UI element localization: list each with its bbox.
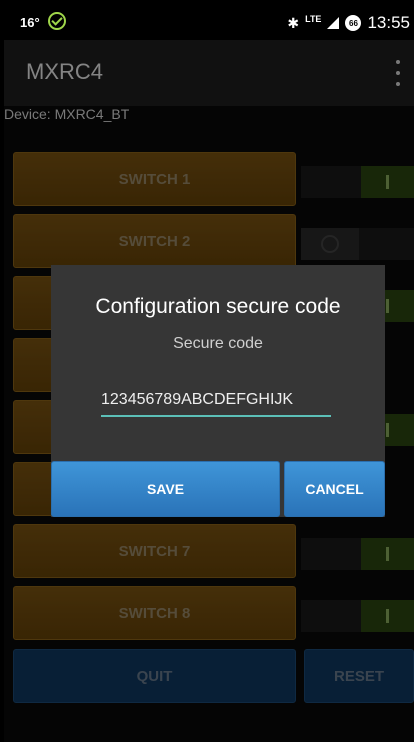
- lte-indicator: LTE: [305, 14, 322, 24]
- secure-code-input[interactable]: [101, 387, 331, 417]
- bluetooth-icon: ✱: [287, 14, 300, 31]
- status-icons: ✱ LTE 66 13:55: [287, 13, 410, 33]
- dialog-title: Configuration secure code: [95, 295, 341, 318]
- signal-icon: [327, 17, 340, 29]
- cancel-button[interactable]: CANCEL: [284, 461, 385, 517]
- battery-icon: 66: [345, 15, 362, 31]
- clock: 13:55: [367, 13, 410, 32]
- secure-code-label: Secure code: [173, 335, 263, 352]
- screen: 16° ✱ LTE 66 13:55 MXRC4 Device: MXRC4_B…: [4, 4, 414, 742]
- secure-code-dialog: Configuration secure code Secure code SA…: [51, 265, 385, 517]
- check-circle-icon: [48, 12, 66, 30]
- temperature-indicator: 16°: [20, 15, 40, 30]
- save-button[interactable]: SAVE: [51, 461, 280, 517]
- status-bar: 16° ✱ LTE 66 13:55: [4, 4, 414, 40]
